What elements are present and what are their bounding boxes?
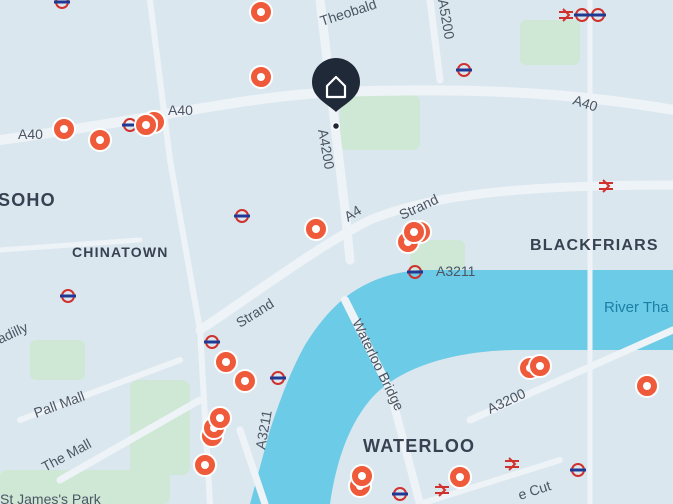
road-label-piccadilly: adilly bbox=[0, 319, 30, 347]
location-marker-icon[interactable] bbox=[193, 453, 217, 477]
river-label: River Tha bbox=[604, 299, 669, 316]
location-marker-icon[interactable] bbox=[208, 406, 232, 430]
underground-roundel-icon bbox=[54, 0, 70, 9]
location-marker-icon[interactable] bbox=[214, 350, 238, 374]
road-label-a40-west: A40 bbox=[18, 126, 43, 142]
road-label-theobald: Theobald bbox=[318, 0, 378, 29]
district-label-blackfriars: BLACKFRIARS bbox=[530, 237, 659, 254]
location-marker-icon[interactable] bbox=[528, 354, 552, 378]
district-label-chinatown: CHINATOWN bbox=[72, 244, 169, 260]
road-label-pall-mall: Pall Mall bbox=[32, 388, 87, 421]
underground-roundel-icon bbox=[392, 487, 408, 501]
location-marker-icon[interactable] bbox=[88, 128, 112, 152]
underground-roundel-icon bbox=[456, 63, 472, 77]
location-marker-icon[interactable] bbox=[402, 220, 426, 244]
location-marker-icon[interactable] bbox=[52, 117, 76, 141]
underground-roundel-icon bbox=[204, 335, 220, 349]
road-label-a3211-north: A3211 bbox=[436, 263, 476, 279]
location-marker-icon[interactable] bbox=[249, 0, 273, 24]
map-canvas[interactable]: SOHO CHINATOWN BLACKFRIARS WATERLOO A40 … bbox=[0, 0, 673, 504]
underground-roundel-icon bbox=[590, 8, 606, 22]
road-label-a5200: A5200 bbox=[435, 0, 458, 41]
location-marker-icon[interactable] bbox=[304, 217, 328, 241]
underground-roundel-icon bbox=[574, 8, 590, 22]
road-label-strand-east: Strand bbox=[397, 191, 441, 223]
underground-roundel-icon bbox=[570, 463, 586, 477]
park-label-st-james: St James's Park bbox=[0, 491, 102, 504]
district-label-soho: SOHO bbox=[0, 190, 56, 210]
road-label-the-cut: e Cut bbox=[516, 477, 553, 503]
location-marker-icon[interactable] bbox=[249, 65, 273, 89]
location-marker-icon[interactable] bbox=[134, 113, 158, 137]
district-label-waterloo: WATERLOO bbox=[363, 436, 475, 456]
road-label-a40-center: A40 bbox=[168, 102, 193, 118]
location-marker-icon[interactable] bbox=[635, 374, 659, 398]
national-rail-icon bbox=[559, 8, 573, 22]
location-marker-icon[interactable] bbox=[350, 464, 374, 488]
location-marker-icon[interactable] bbox=[448, 465, 472, 489]
underground-roundel-icon bbox=[234, 209, 250, 223]
underground-roundel-icon bbox=[270, 371, 286, 385]
road-label-a3200: A3200 bbox=[485, 385, 529, 417]
national-rail-icon bbox=[505, 457, 519, 471]
underground-roundel-icon bbox=[60, 289, 76, 303]
map-svg: SOHO CHINATOWN BLACKFRIARS WATERLOO A40 … bbox=[0, 0, 673, 504]
location-marker-icon[interactable] bbox=[233, 369, 257, 393]
